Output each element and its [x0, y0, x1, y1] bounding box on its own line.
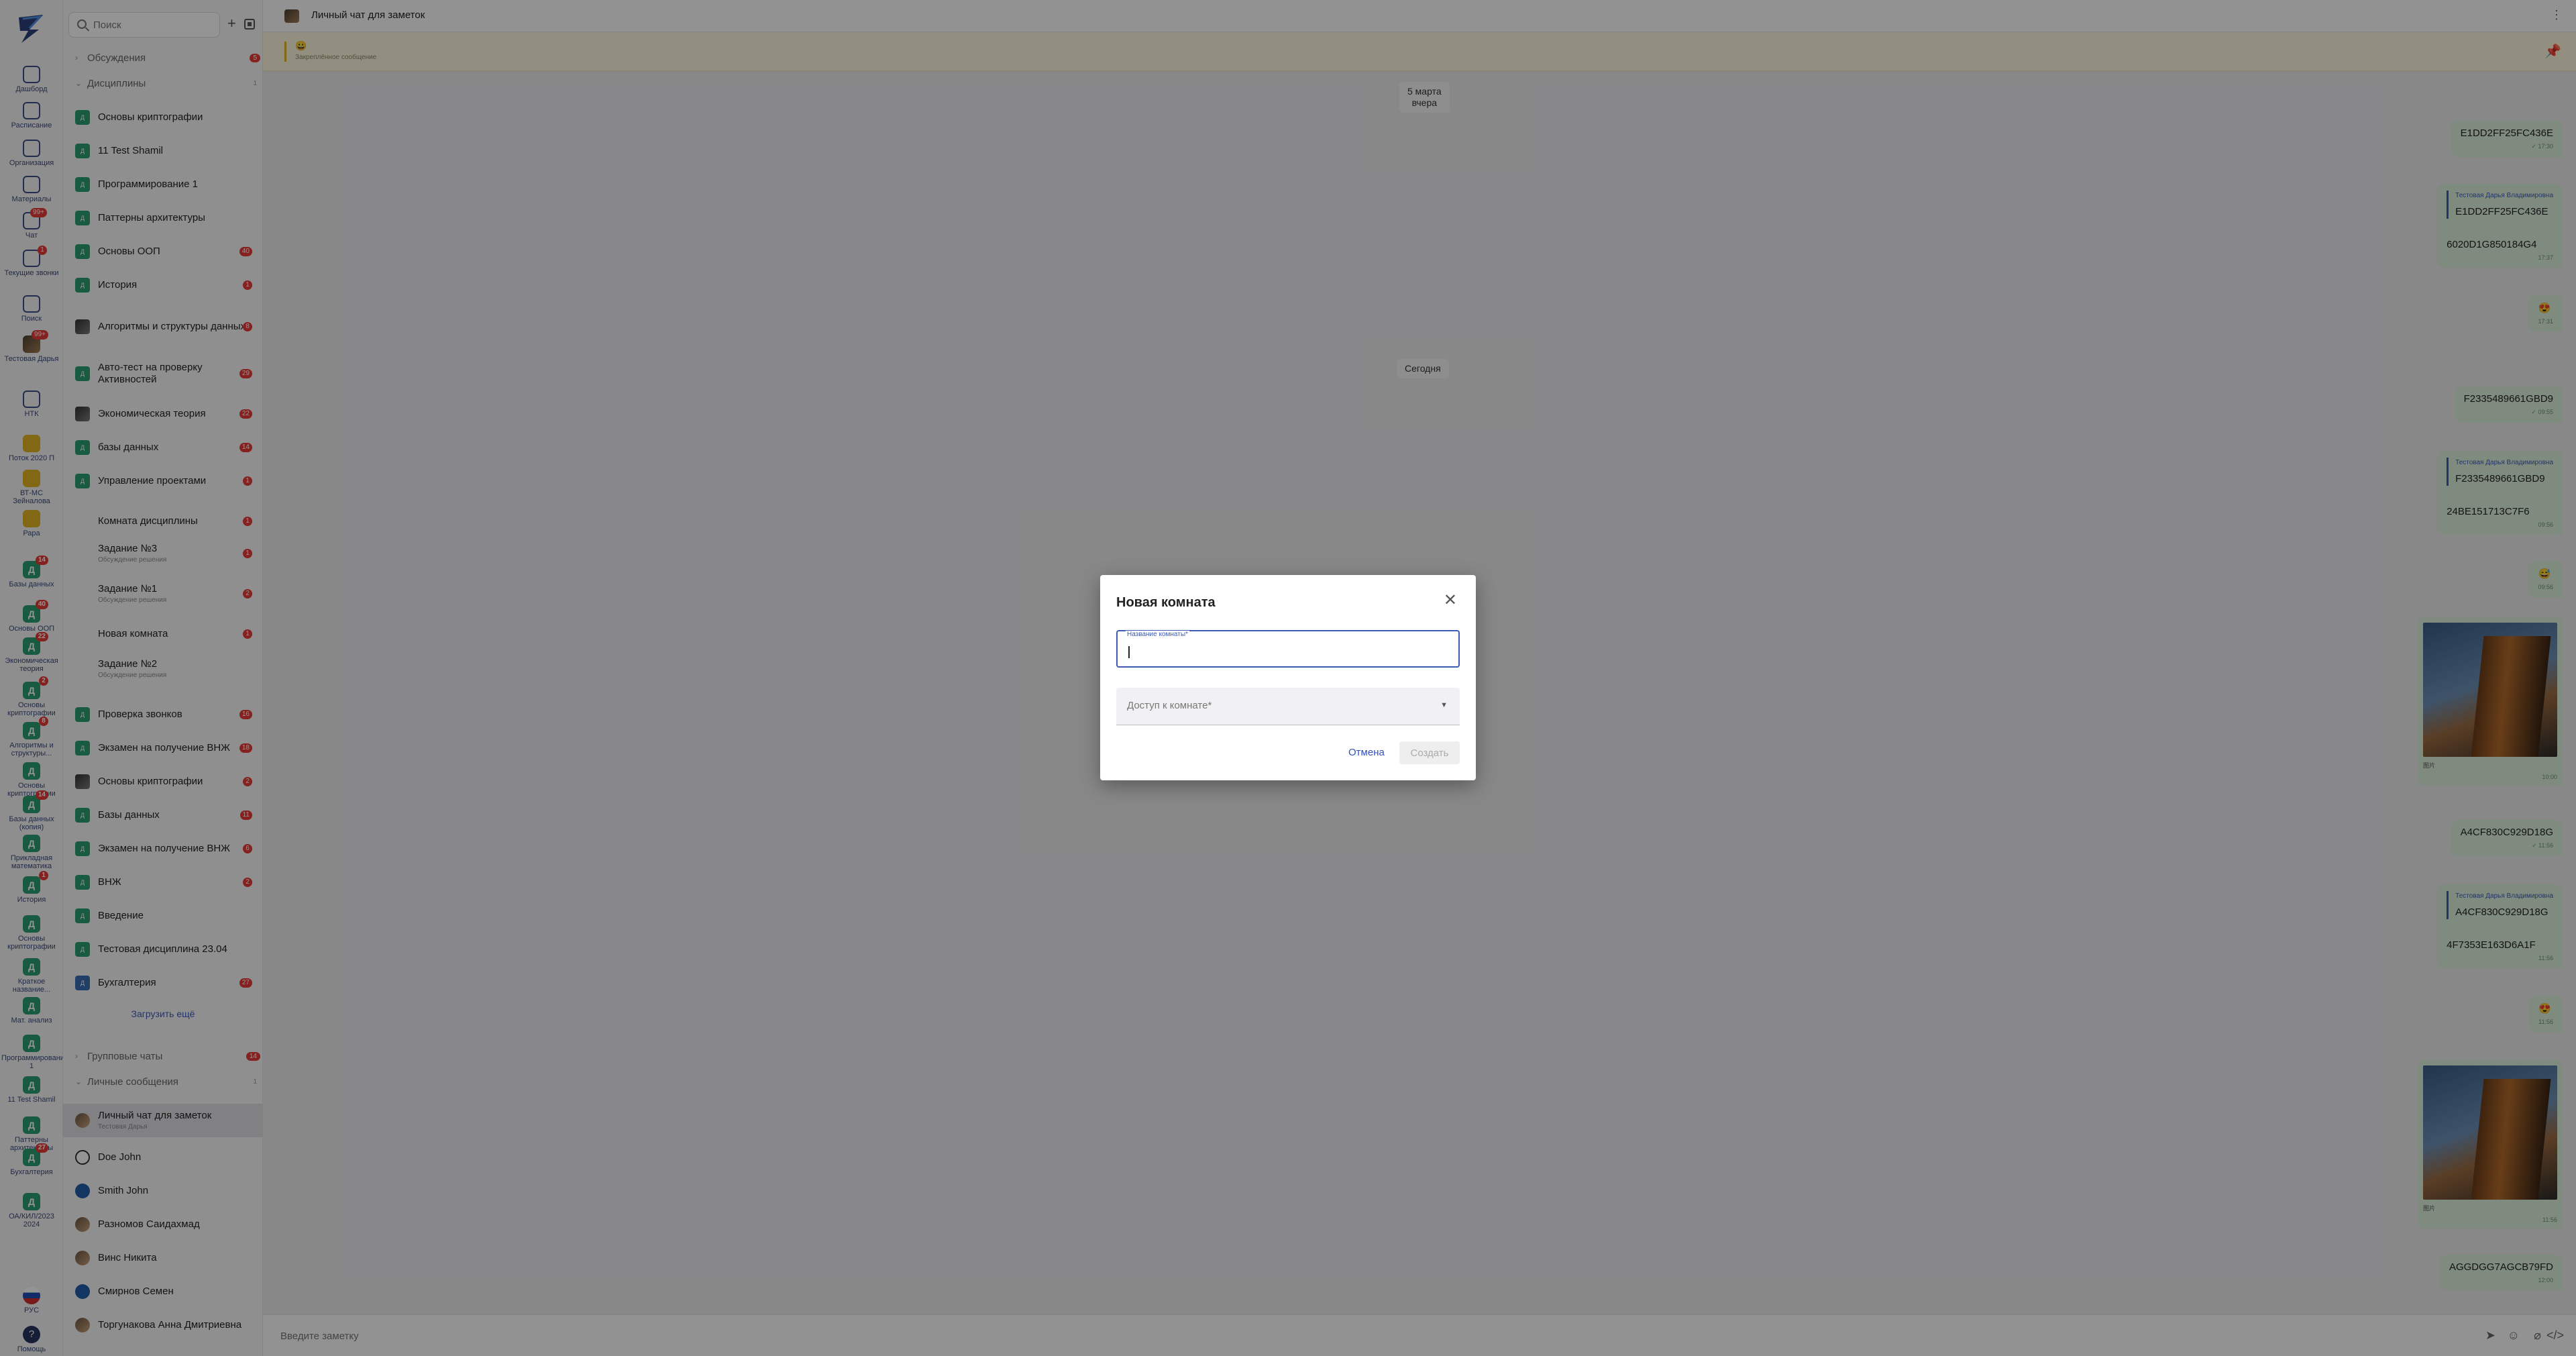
- close-icon[interactable]: ✕: [1444, 592, 1457, 609]
- text-caret: [1128, 646, 1130, 658]
- chevron-down-icon: ▼: [1440, 701, 1448, 709]
- room-name-field[interactable]: Название комнаты*: [1116, 630, 1460, 668]
- room-name-label: Название комнаты*: [1126, 631, 1189, 638]
- cancel-button[interactable]: Отмена: [1348, 747, 1385, 758]
- room-name-input[interactable]: [1127, 643, 1449, 661]
- room-access-placeholder: Доступ к комнате*: [1127, 700, 1212, 711]
- new-room-dialog: Новая комната ✕ Название комнаты* Доступ…: [1100, 575, 1476, 780]
- room-access-select[interactable]: Доступ к комнате* ▼: [1116, 688, 1460, 725]
- create-button[interactable]: Создать: [1399, 741, 1460, 764]
- dialog-title: Новая комната: [1116, 595, 1216, 610]
